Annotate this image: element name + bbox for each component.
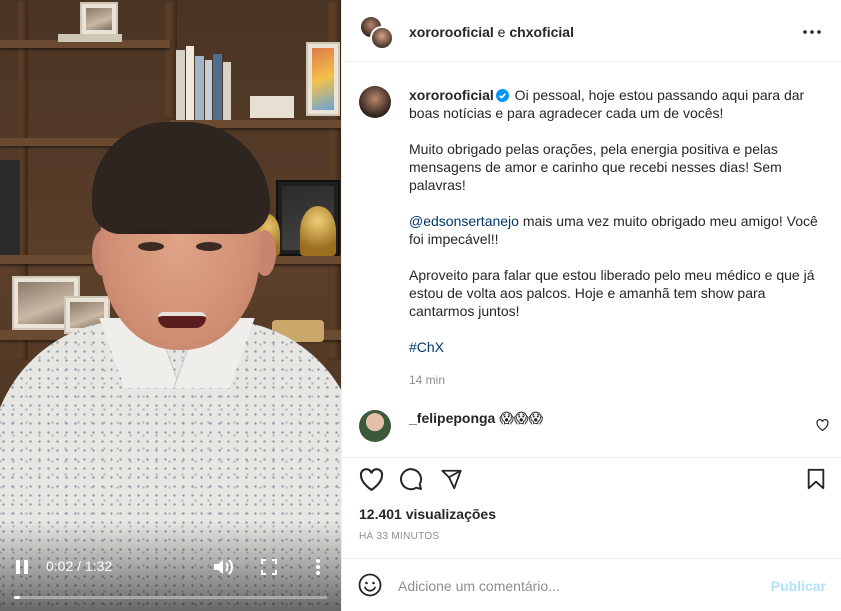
more-options-icon[interactable] (800, 20, 824, 44)
video-time: 0:02 / 1:32 (46, 558, 113, 574)
caption-paragraph-2: Muito obrigado pelas orações, pela energ… (409, 141, 782, 193)
authors-connector: e (493, 24, 510, 40)
author-link-2[interactable]: chxoficial (509, 24, 574, 40)
caption-timestamp: 14 min (409, 373, 446, 387)
verified-badge-icon (495, 88, 509, 102)
post-header: xororooficial e chxoficial (342, 0, 841, 62)
video-player[interactable]: 0:02 / 1:32 (0, 0, 341, 611)
save-icon[interactable] (803, 466, 829, 492)
post-caption: xororooficial Oi pessoal, hoje estou pas… (409, 86, 819, 374)
views-count[interactable]: 12.401 visualizações (359, 506, 496, 522)
more-icon[interactable] (306, 555, 330, 579)
comment-item: _felipeponga 😱😱😱 (342, 402, 841, 442)
heart-icon[interactable] (358, 466, 384, 492)
caption-paragraph-4: Aproveito para falar que estou liberado … (409, 267, 815, 319)
volume-icon[interactable] (210, 555, 236, 579)
post-authors: xororooficial e chxoficial (409, 24, 574, 40)
video-controls: 0:02 / 1:32 (0, 541, 341, 611)
add-comment-bar: Publicar (342, 558, 841, 611)
speaker-person (0, 0, 341, 611)
comment-input[interactable] (398, 575, 758, 597)
progress-bar[interactable] (14, 596, 327, 599)
post-age: HÁ 33 MINUTOS (359, 531, 440, 542)
avatar[interactable] (359, 86, 391, 118)
author-link-1[interactable]: xororooficial (409, 24, 494, 40)
avatar[interactable] (359, 410, 391, 442)
comments-area[interactable]: xororooficial Oi pessoal, hoje estou pas… (342, 62, 841, 457)
play-pause-icon[interactable] (10, 555, 34, 579)
publish-button[interactable]: Publicar (771, 578, 826, 594)
comment-text: 😱😱😱 (499, 410, 544, 426)
post-panel: xororooficial e chxoficial xororooficial… (341, 0, 841, 611)
hashtag-link[interactable]: #ChX (409, 339, 444, 355)
fullscreen-icon[interactable] (256, 555, 282, 579)
caption-username[interactable]: xororooficial (409, 87, 494, 103)
collab-avatars[interactable] (359, 15, 395, 51)
comment-like-icon[interactable] (816, 418, 830, 432)
avatar (370, 26, 394, 50)
emoji-icon[interactable] (358, 573, 384, 599)
comment-username[interactable]: _felipeponga (409, 410, 495, 426)
post-actions (342, 457, 841, 497)
comment-icon[interactable] (398, 466, 424, 492)
mention-link[interactable]: @edsonsertanejo (409, 213, 519, 229)
share-icon[interactable] (438, 466, 464, 492)
progress-fill (14, 596, 21, 599)
